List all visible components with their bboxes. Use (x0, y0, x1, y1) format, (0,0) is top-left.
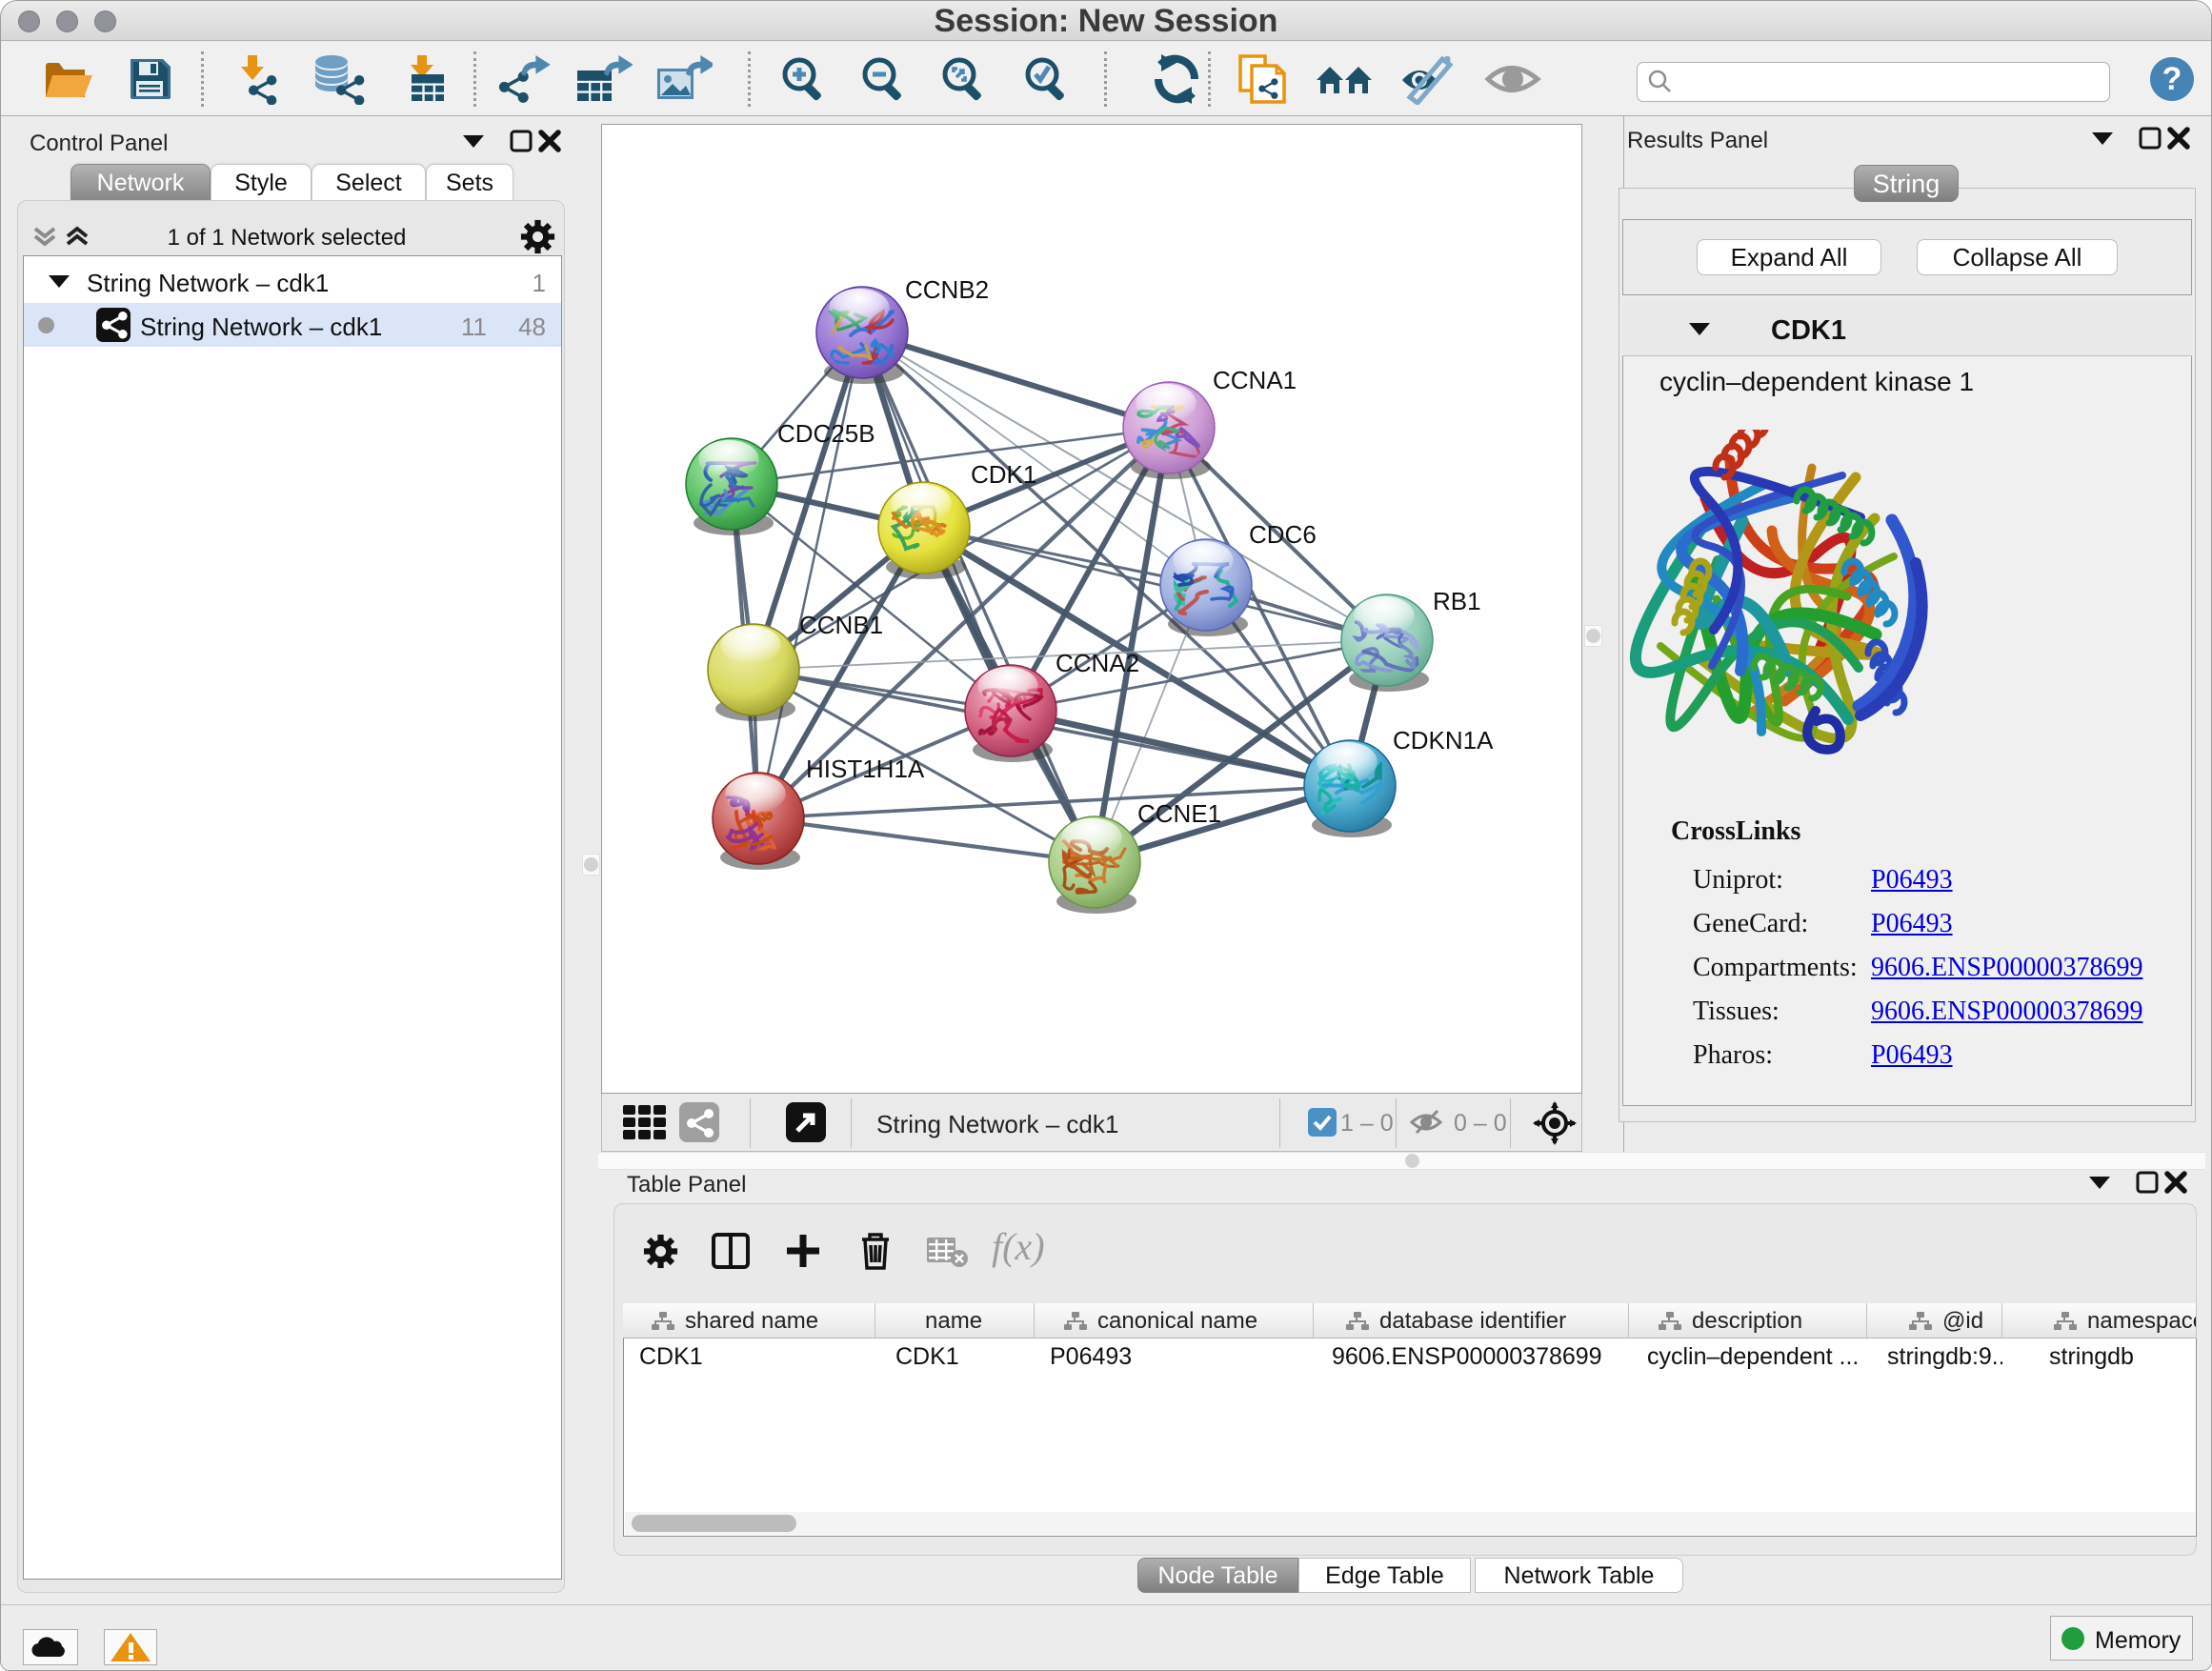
svg-text:CCNE1: CCNE1 (1137, 799, 1221, 828)
svg-text:CDKN1A: CDKN1A (1393, 726, 1494, 755)
svg-text:CCNA1: CCNA1 (1213, 366, 1297, 394)
svg-text:CCNA2: CCNA2 (1056, 649, 1139, 677)
svg-text:CDC6: CDC6 (1249, 520, 1317, 549)
svg-text:?: ? (2162, 61, 2182, 97)
svg-text:RB1: RB1 (1433, 587, 1481, 615)
svg-text:CCNB2: CCNB2 (905, 275, 989, 304)
svg-text:CDC25B: CDC25B (777, 419, 875, 448)
svg-text:HIST1H1A: HIST1H1A (806, 755, 925, 783)
svg-text:CCNB1: CCNB1 (799, 611, 883, 639)
svg-text:CDK1: CDK1 (971, 460, 1036, 489)
